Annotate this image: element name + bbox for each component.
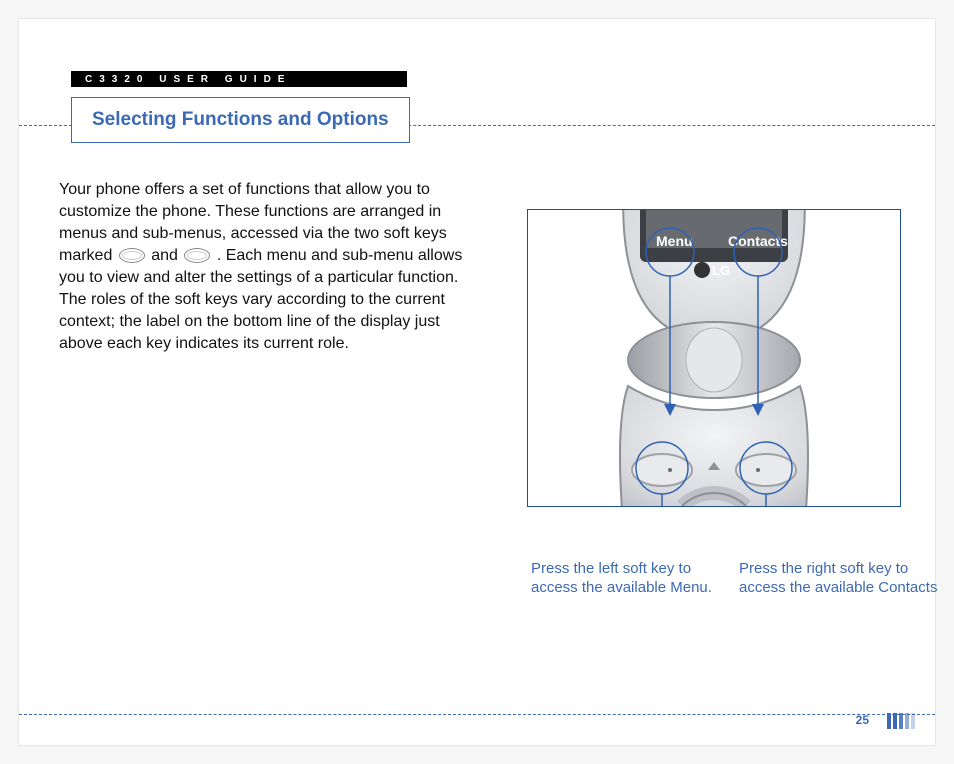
paragraph-1b: and [151, 247, 182, 264]
svg-text:LG: LG [712, 263, 730, 278]
page-title: Selecting Functions and Options [71, 97, 410, 143]
right-softkey-icon [184, 248, 210, 263]
paragraph-2: The roles of the soft keys vary accordin… [59, 291, 445, 352]
body-text: Your phone offers a set of functions tha… [59, 179, 479, 355]
phone-illustration: Menu Contacts LG [527, 209, 901, 507]
model-stripe: C3320 USER GUIDE [71, 71, 407, 87]
footer-divider [19, 714, 935, 715]
caption-right-softkey: Press the right soft key to access the a… [739, 559, 939, 597]
page-number: 25 [856, 713, 869, 727]
caption-left-softkey: Press the left soft key to access the av… [531, 559, 731, 597]
page-bars-icon [887, 713, 915, 729]
left-softkey-icon [119, 248, 145, 263]
